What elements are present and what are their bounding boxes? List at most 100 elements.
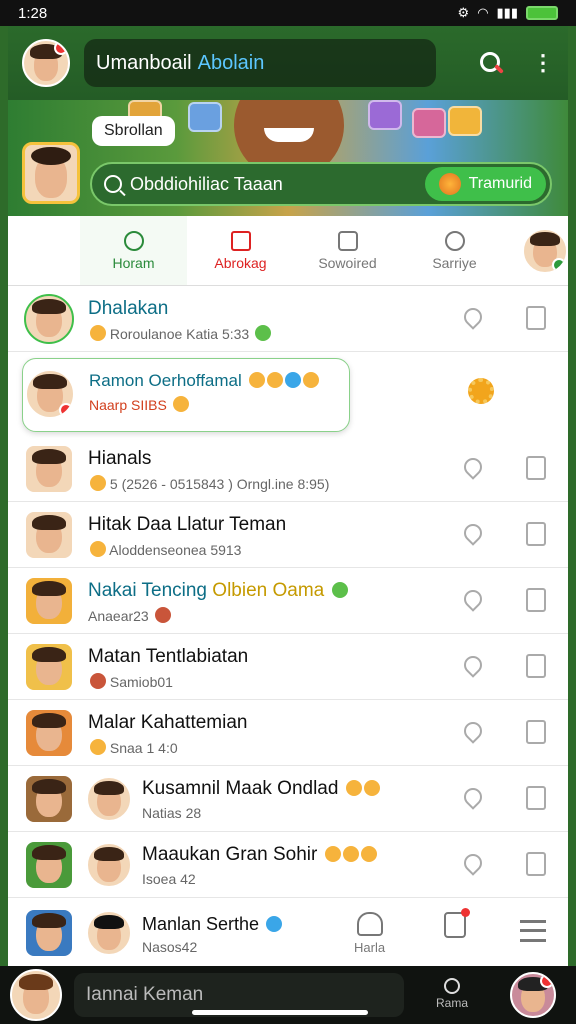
contact-subtitle: Samiob01 <box>109 674 173 690</box>
notification-badge <box>54 41 68 55</box>
checkbox-icon[interactable] <box>526 786 546 810</box>
banner-search-text: Obddiohiliac Taaan <box>130 173 283 194</box>
list-item[interactable]: Hitak Daa Llatur Teman Aloddenseonea 591… <box>8 502 568 568</box>
emoji-icon <box>342 846 359 862</box>
status-bar: 1:28 ⚙ ◠ ▮▮▮ <box>0 0 576 26</box>
tab-user-avatar[interactable] <box>522 227 568 274</box>
secondary-avatar[interactable] <box>86 910 132 956</box>
bottom-bar: Iannai Keman Rama <box>0 966 576 1024</box>
bottom-right-avatar[interactable] <box>510 972 556 1018</box>
tab-sowoired[interactable]: Sowoired <box>294 216 401 285</box>
list-item[interactable]: Dhalakan Roroulanoe Katia 5:33 <box>8 286 568 352</box>
wifi-icon: ◠ <box>477 5 489 20</box>
avatar <box>24 708 74 758</box>
tab-horam[interactable]: Horam <box>80 216 187 285</box>
profile-avatar[interactable] <box>22 39 70 87</box>
pin-icon[interactable] <box>460 454 486 480</box>
secondary-avatar <box>86 842 132 888</box>
list-item[interactable]: Kusamnil Maak Ondlad Natias 28 <box>8 766 568 832</box>
banner-action-button[interactable]: Tramurid <box>424 167 546 201</box>
more-menu-icon[interactable]: ⋮ <box>532 52 554 74</box>
bottom-avatar[interactable] <box>10 969 62 1021</box>
list-item[interactable]: Hianals 5 (2526 - 0515843 ) Orngl.ine 8:… <box>8 436 568 502</box>
clipboard-icon[interactable] <box>526 588 546 612</box>
contact-subtitle: Nasos42 <box>142 939 198 955</box>
game-tile-icon <box>368 100 402 130</box>
checkbox-icon[interactable] <box>526 720 546 744</box>
pin-icon[interactable] <box>460 652 486 678</box>
avatar <box>25 369 75 419</box>
emoji-icon <box>90 475 106 491</box>
battery-icon <box>526 6 558 20</box>
emoji-icon <box>90 541 106 557</box>
notification-badge <box>540 974 554 988</box>
emoji-icon <box>90 325 106 341</box>
home-search-icon <box>123 230 144 251</box>
emoji-icon <box>345 780 362 796</box>
tab-label: Abrokag <box>214 254 267 271</box>
contact-name: Manlan Serthe <box>142 914 260 934</box>
list-item[interactable]: Maaukan Gran Sohir Isoea 42 <box>8 832 568 898</box>
bottom-search-button[interactable]: Rama <box>436 978 468 1010</box>
list-item[interactable]: Malar Kahattemian Snaa 1 4:0 <box>8 700 568 766</box>
contact-name: Dhalakan <box>88 298 169 319</box>
secondary-avatar <box>86 776 132 822</box>
menu-icon <box>520 920 546 942</box>
gear-icon <box>444 230 465 251</box>
home-icon <box>356 912 383 936</box>
nav-home[interactable]: Harla <box>354 912 385 955</box>
contact-subtitle: Roroulanoe Katia 5:33 <box>109 326 250 342</box>
emoji-icon <box>90 739 106 755</box>
list-item[interactable]: Nakai Tencing Olbien Oama Anaear23 <box>8 568 568 634</box>
pin-icon[interactable] <box>460 784 486 810</box>
pin-icon[interactable] <box>460 304 486 330</box>
avatar <box>24 840 74 890</box>
pin-icon[interactable] <box>460 850 486 876</box>
nav-home-label: Harla <box>354 940 386 955</box>
emoji-icon <box>266 916 283 932</box>
clipboard-icon[interactable] <box>526 306 546 330</box>
emoji-icon <box>172 396 189 412</box>
contact-name: Nakai Tencing <box>88 580 208 601</box>
banner-avatar[interactable] <box>22 142 80 204</box>
list-item[interactable]: Matan Tentlabiatan Samiob01 <box>8 634 568 700</box>
message-input-text: Iannai Keman <box>86 984 204 1005</box>
search-icon[interactable] <box>480 52 502 74</box>
pin-icon[interactable] <box>460 586 486 612</box>
pin-icon[interactable] <box>460 718 486 744</box>
avatar <box>24 510 74 560</box>
checkbox-icon[interactable] <box>526 456 546 480</box>
settings-icon: ⚙ <box>457 5 470 20</box>
checkbox-icon[interactable] <box>526 852 546 876</box>
tab-label: Sowoired <box>318 254 377 271</box>
nav-menu[interactable] <box>520 920 546 942</box>
avatar <box>24 774 74 824</box>
list-item-highlighted[interactable]: Ramon Oerhoffamal Naarp SIIBS <box>22 358 350 432</box>
nav-bag[interactable] <box>444 908 470 938</box>
emoji-icon <box>324 846 341 862</box>
emoji-icon <box>284 372 301 388</box>
contact-name: Matan Tentlabiatan <box>88 646 249 667</box>
bottom-search-label: Rama <box>436 996 469 1010</box>
emoji-icon <box>360 846 377 862</box>
avatar[interactable] <box>24 908 74 958</box>
game-tile-icon <box>188 102 222 132</box>
contact-subtitle: Naarp SIIBS <box>89 397 167 413</box>
avatar <box>24 642 74 692</box>
pin-icon[interactable] <box>460 520 486 546</box>
banner-search-bar[interactable]: Obddiohiliac Taaan Tramurid <box>90 162 552 206</box>
emoji-icon <box>90 673 106 689</box>
home-indicator[interactable] <box>192 1010 368 1015</box>
emoji-icon <box>154 607 171 623</box>
tab-sarriye[interactable]: Sarriye <box>401 216 508 285</box>
checkbox-icon[interactable] <box>526 654 546 678</box>
game-tile-icon <box>412 108 446 138</box>
contact-subtitle: Snaa 1 4:0 <box>109 740 178 756</box>
bag-icon <box>444 908 470 938</box>
checkbox-icon[interactable] <box>526 522 546 546</box>
settings-gear-icon[interactable] <box>468 378 494 404</box>
tab-abrokag[interactable]: Abrokag <box>187 216 294 285</box>
contact-subtitle: Isoea 42 <box>142 871 196 887</box>
coin-icon <box>438 173 461 195</box>
contact-subtitle: Natias 28 <box>142 805 202 821</box>
